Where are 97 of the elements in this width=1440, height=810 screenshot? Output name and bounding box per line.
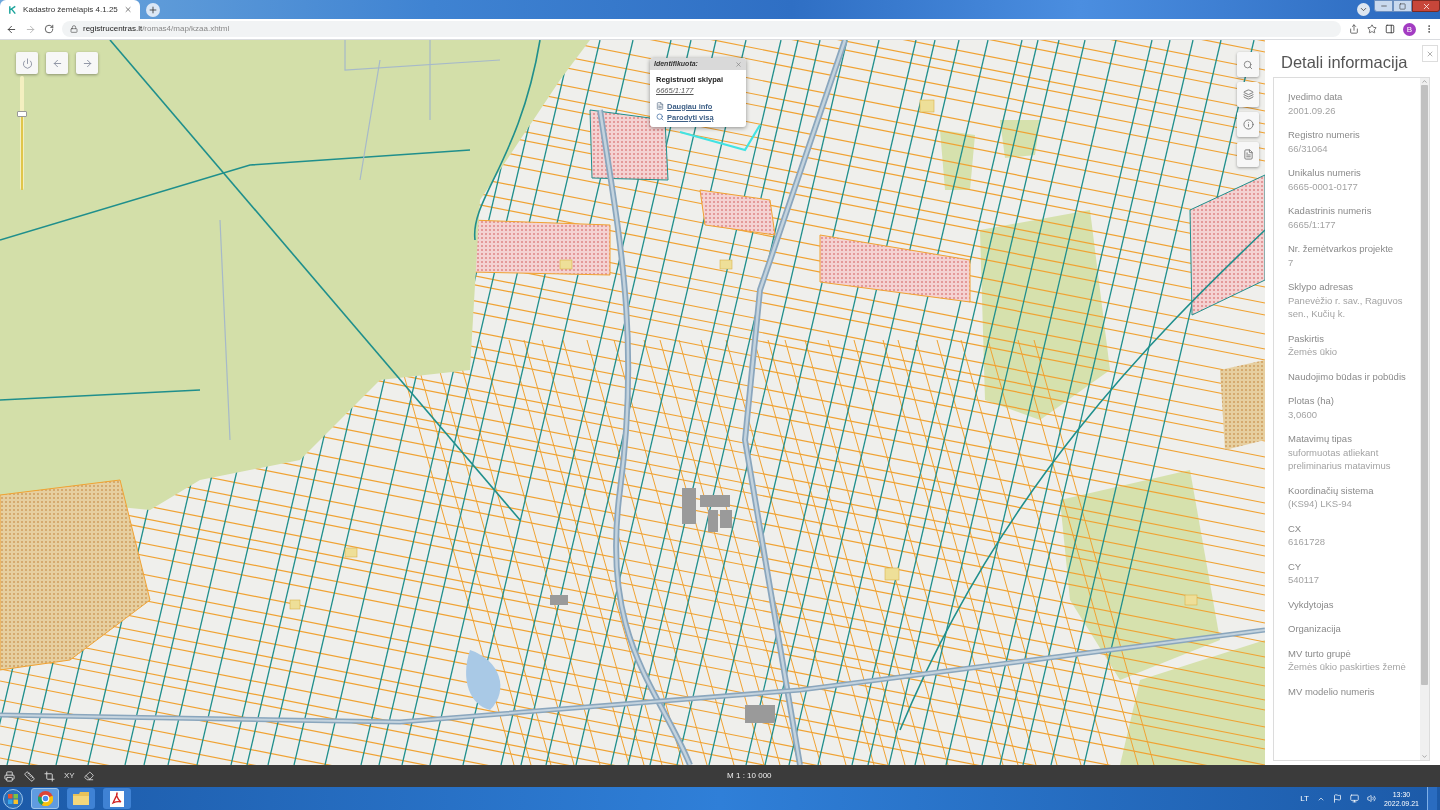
field-label: Kadastrinis numeris [1288,204,1373,218]
coordinates-tool[interactable]: XY [64,770,75,782]
ruler-icon[interactable] [24,770,35,782]
start-orb-icon[interactable] [3,788,23,809]
close-icon[interactable] [735,60,742,68]
arrow-left-icon [51,57,63,69]
field-label: Įvedimo data [1288,90,1344,104]
document-button[interactable] [1237,142,1259,167]
show-desktop-button[interactable] [1427,787,1437,810]
field-label: Matavimų tipas [1288,432,1353,446]
scroll-down-icon[interactable] [1421,753,1428,760]
field-value: Panevėžio r. sav., Raguvos sen., Kučių k. [1288,293,1404,321]
url-text: registrucentras.lt/romas4/map/kzaa.xhtml [83,23,230,35]
printer-icon[interactable] [4,770,15,782]
power-button[interactable] [16,52,38,74]
field-label: CX [1288,521,1303,535]
back-button[interactable] [46,52,68,74]
eraser-icon[interactable] [83,771,94,781]
field-label: Plotas (ha) [1288,394,1335,408]
field-value: suformuotas atliekant preliminarius matavimus [1288,445,1392,473]
document-icon [656,102,664,111]
panel-title: Detali informacija [1281,52,1409,73]
arrow-right-icon [81,57,93,69]
layers-icon [1242,89,1254,100]
scrollbar-thumb[interactable] [1421,85,1428,685]
field-value: 6665/1:177 [1288,217,1337,231]
close-icon [1426,49,1434,58]
field-label: Vykdytojas [1288,597,1335,611]
field-label: Unikalus numeris [1288,166,1362,180]
field-value: 3,0600 [1288,407,1319,421]
field-value: 540117 [1288,573,1320,587]
search-icon [1243,59,1253,70]
maximize-icon [1399,2,1406,10]
map-logo-icon [8,4,18,15]
field-value: Žemės ūkio [1288,345,1339,359]
folder-icon [73,792,89,805]
field-label: MV turto grupė [1288,646,1352,660]
pdf-document-icon [110,790,124,807]
back-icon[interactable] [6,23,17,35]
layers-button[interactable] [1237,82,1259,107]
plus-icon [148,4,158,15]
browser-tab[interactable]: Kadastro žemėlapis 4.1.25 [0,0,140,19]
document-icon [1242,149,1254,160]
field-label: Registro numeris [1288,128,1361,142]
share-icon[interactable] [1349,24,1359,34]
minimize-icon [1379,2,1388,10]
field-label: Nr. žemėtvarkos projekte [1288,242,1395,256]
side-panel-icon[interactable] [1385,24,1395,34]
zoom-slider-thumb[interactable] [17,110,27,117]
field-value: 66/31064 [1288,141,1329,155]
search-button[interactable] [1237,52,1259,77]
power-icon [21,57,33,69]
bookmark-star-icon[interactable] [1367,24,1377,34]
close-panel-button[interactable] [1422,45,1438,62]
profile-avatar[interactable]: B [1403,22,1416,36]
close-icon[interactable] [123,5,132,14]
scrollbar[interactable] [1420,78,1429,760]
language-indicator[interactable]: LT [1300,792,1309,805]
search-icon [656,113,664,122]
field-value: Žemės ūkio paskirties žemė [1288,660,1407,674]
field-value: 6161728 [1288,535,1326,549]
map-scale: M 1 : 10 000 [727,770,772,782]
close-window-button[interactable] [1412,0,1440,12]
monitor-icon[interactable] [1349,794,1359,803]
minimize-button[interactable] [1374,0,1393,12]
info-icon [1242,119,1254,130]
field-value: 6665-0001-0177 [1288,179,1359,193]
tab-title: Kadastro žemėlapis 4.1.25 [23,3,118,16]
field-label: Sklypo adresas [1288,280,1354,294]
zoom-slider-track[interactable] [20,76,24,190]
lock-icon [70,25,78,33]
tab-search-button[interactable] [1357,3,1370,16]
field-label: CY [1288,559,1303,573]
field-value: (KS94) LKS-94 [1288,497,1353,511]
close-icon [1421,1,1431,11]
field-label: MV modelio numeris [1288,684,1376,698]
chevron-down-icon [1359,5,1368,14]
volume-icon[interactable] [1366,794,1376,803]
forward-button[interactable] [76,52,98,74]
field-value: 2001.09.26 [1288,103,1337,117]
round-browser-icon [37,791,53,806]
field-label: Paskirtis [1288,331,1325,345]
taskbar-app-button[interactable] [31,788,59,809]
crop-icon[interactable] [44,770,55,782]
new-tab-button[interactable] [146,2,160,17]
field-label: Koordinačių sistema [1288,483,1375,497]
reload-icon[interactable] [44,24,54,34]
field-label: Naudojimo būdas ir pobūdis [1288,369,1407,383]
scroll-up-icon[interactable] [1421,78,1428,85]
taskbar-app-button[interactable] [67,788,95,809]
field-value: 7 [1288,255,1295,269]
address-field[interactable]: registrucentras.lt/romas4/map/kzaa.xhtml [62,21,1341,37]
taskbar-app-button[interactable] [103,788,131,809]
info-button[interactable] [1237,112,1259,137]
flag-icon[interactable] [1332,794,1342,803]
field-label: Organizacija [1288,622,1342,636]
maximize-button[interactable] [1393,0,1412,12]
